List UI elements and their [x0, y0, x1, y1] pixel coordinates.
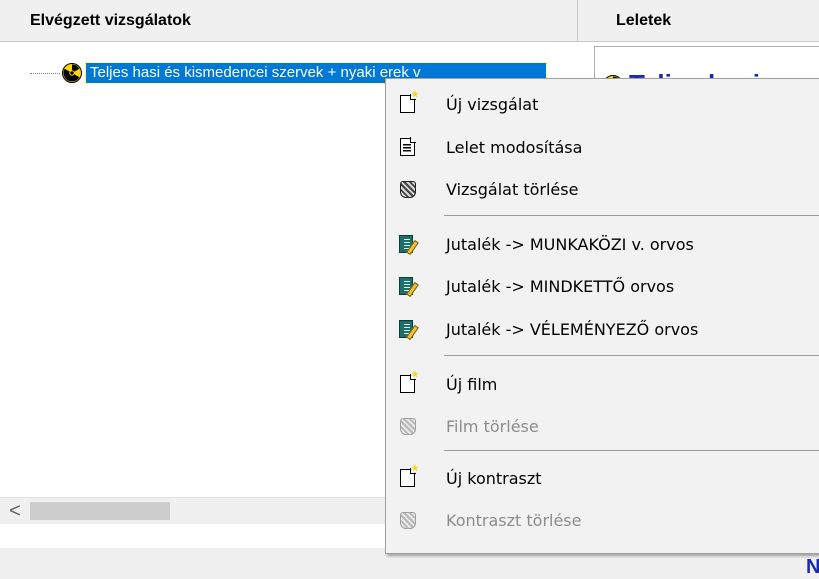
menu-item-label: Kontraszt törlése	[446, 510, 582, 530]
menu-item-label: Jutalék -> MUNKAKÖZI v. orvos	[446, 234, 694, 254]
menu-item-commission-both-doctors[interactable]: Jutalék -> MINDKETTŐ orvos	[386, 265, 819, 307]
reports-header: Leletek	[578, 0, 819, 42]
menu-item-label: Lelet modosítása	[446, 137, 583, 157]
menu-item-delete-examination[interactable]: Vizsgálat törlése	[386, 168, 819, 210]
menu-separator	[444, 450, 819, 451]
menu-item-label: Új kontraszt	[446, 468, 542, 488]
status-text: N	[806, 556, 819, 578]
menu-item-commission-interim-doctor[interactable]: Jutalék -> MUNKAKÖZI v. orvos	[386, 223, 819, 265]
menu-item-delete-film[interactable]: Film törlése	[386, 405, 819, 447]
scroll-thumb[interactable]	[30, 502, 170, 520]
menu-item-new-film[interactable]: Új film	[386, 363, 819, 405]
menu-item-new-contrast[interactable]: Új kontraszt	[386, 457, 819, 499]
tree-connector	[30, 72, 60, 74]
scroll-left-arrow-icon[interactable]: <	[2, 498, 28, 524]
new-document-icon	[398, 370, 419, 394]
menu-separator	[444, 215, 819, 216]
menu-separator	[444, 355, 819, 356]
menu-item-commission-reviewing-doctor[interactable]: Jutalék -> VÉLEMÉNYEZŐ orvos	[386, 308, 819, 350]
radiation-icon	[62, 63, 82, 83]
menu-item-label: Jutalék -> VÉLEMÉNYEZŐ orvos	[446, 319, 699, 339]
menu-item-label: Film törlése	[446, 416, 539, 436]
menu-item-label: Új vizsgálat	[446, 94, 539, 114]
trash-icon	[398, 416, 418, 436]
trash-icon	[398, 510, 418, 530]
menu-item-new-examination[interactable]: Új vizsgálat	[386, 83, 819, 125]
new-document-icon	[398, 90, 419, 114]
menu-item-edit-report[interactable]: Lelet modosítása	[386, 126, 819, 168]
trash-icon	[398, 179, 418, 199]
menu-item-delete-contrast[interactable]: Kontraszt törlése	[386, 499, 819, 541]
book-pencil-icon	[398, 276, 419, 298]
menu-item-label: Vizsgálat törlése	[446, 179, 579, 199]
book-pencil-icon	[398, 234, 419, 256]
edit-document-icon	[398, 137, 418, 157]
examinations-header: Elvégzett vizsgálatok	[0, 0, 578, 42]
book-pencil-icon	[398, 319, 419, 341]
menu-item-label: Jutalék -> MINDKETTŐ orvos	[446, 276, 675, 296]
context-menu: Új vizsgálat Lelet modosítása Vizsgálat …	[385, 78, 819, 554]
menu-item-label: Új film	[446, 374, 498, 394]
new-document-icon	[398, 464, 419, 488]
